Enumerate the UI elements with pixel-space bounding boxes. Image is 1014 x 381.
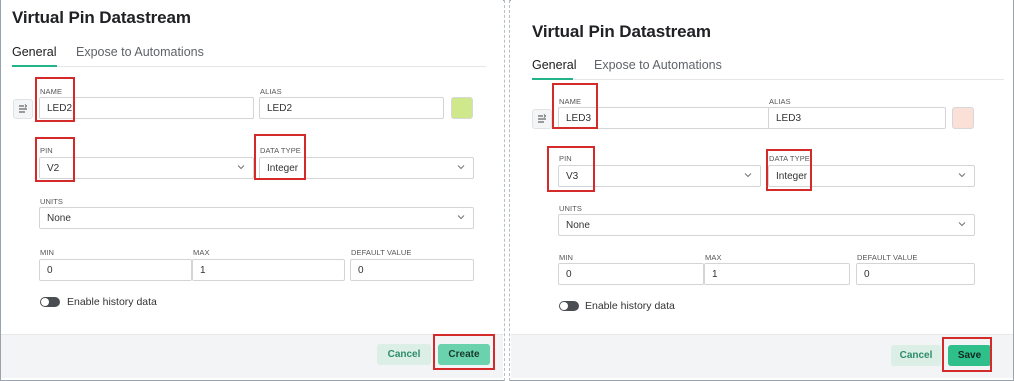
min-label: MIN — [40, 248, 55, 257]
color-swatch[interactable] — [952, 107, 974, 129]
units-select[interactable]: None — [558, 214, 975, 236]
alias-field[interactable]: LED3 — [768, 107, 946, 129]
chevron-down-icon — [457, 165, 465, 170]
chevron-down-icon — [457, 215, 465, 220]
units-label: UNITS — [40, 197, 63, 206]
tab-general[interactable]: General — [12, 45, 56, 59]
alias-field[interactable]: LED2 — [259, 97, 444, 119]
default-value-label: DEFAULT VALUE — [351, 248, 412, 257]
tab-divider — [532, 79, 1004, 80]
tab-divider — [12, 66, 486, 67]
units-value: None — [566, 219, 590, 231]
datastream-icon — [538, 114, 547, 123]
max-value: 1 — [712, 268, 718, 280]
max-field[interactable]: 1 — [704, 263, 850, 285]
history-toggle-label: Enable history data — [585, 300, 675, 312]
active-tab-indicator — [532, 78, 573, 80]
right-datastream-dialog: Virtual Pin Datastream General Expose to… — [511, 0, 1013, 380]
units-select[interactable]: None — [39, 207, 474, 229]
highlight-pin — [547, 146, 595, 192]
tab-general[interactable]: General — [532, 58, 576, 72]
highlight-create — [433, 334, 495, 370]
min-value: 0 — [566, 268, 572, 280]
default-value-label: DEFAULT VALUE — [857, 253, 918, 262]
alias-label: ALIAS — [769, 97, 791, 106]
screenshot-divider — [504, 0, 510, 381]
chevron-down-icon — [958, 222, 966, 227]
alias-value: LED2 — [267, 102, 293, 114]
min-value: 0 — [47, 264, 53, 276]
dialog-title: Virtual Pin Datastream — [12, 8, 191, 27]
alias-value: LED3 — [776, 112, 802, 124]
dialog-title: Virtual Pin Datastream — [532, 22, 711, 41]
chevron-down-icon — [744, 173, 752, 178]
default-value-field[interactable]: 0 — [856, 263, 975, 285]
default-value-value: 0 — [358, 264, 364, 276]
tab-expose-to-automations[interactable]: Expose to Automations — [594, 58, 722, 72]
cancel-button[interactable]: Cancel — [891, 345, 941, 366]
alias-label: ALIAS — [260, 87, 282, 96]
history-toggle[interactable] — [559, 301, 579, 311]
min-label: MIN — [559, 253, 574, 262]
toggle-knob — [41, 298, 49, 306]
default-value-value: 0 — [864, 268, 870, 280]
history-toggle-label: Enable history data — [67, 296, 157, 308]
default-value-field[interactable]: 0 — [350, 259, 474, 281]
datastream-icon-picker[interactable] — [13, 99, 33, 119]
left-datastream-dialog: Virtual Pin Datastream General Expose to… — [1, 0, 503, 380]
highlight-name — [35, 77, 75, 122]
datastream-icon — [19, 104, 28, 113]
active-tab-indicator — [12, 65, 57, 67]
toggle-knob — [560, 302, 568, 310]
cancel-button[interactable]: Cancel — [377, 344, 431, 365]
max-label: MAX — [705, 253, 722, 262]
highlight-pin — [35, 137, 75, 182]
highlight-data-type — [254, 134, 306, 180]
chevron-down-icon — [958, 173, 966, 178]
min-field[interactable]: 0 — [558, 263, 704, 285]
highlight-data-type — [766, 149, 812, 191]
chevron-down-icon — [237, 165, 245, 170]
highlight-name — [552, 83, 598, 129]
max-value: 1 — [200, 264, 206, 276]
min-field[interactable]: 0 — [39, 259, 192, 281]
history-toggle[interactable] — [40, 297, 60, 307]
units-label: UNITS — [559, 204, 582, 213]
color-swatch[interactable] — [451, 97, 473, 119]
units-value: None — [47, 212, 71, 224]
max-field[interactable]: 1 — [192, 259, 345, 281]
tab-expose-to-automations[interactable]: Expose to Automations — [76, 45, 204, 59]
max-label: MAX — [193, 248, 210, 257]
highlight-save — [942, 337, 992, 372]
datastream-icon-picker[interactable] — [532, 109, 552, 129]
